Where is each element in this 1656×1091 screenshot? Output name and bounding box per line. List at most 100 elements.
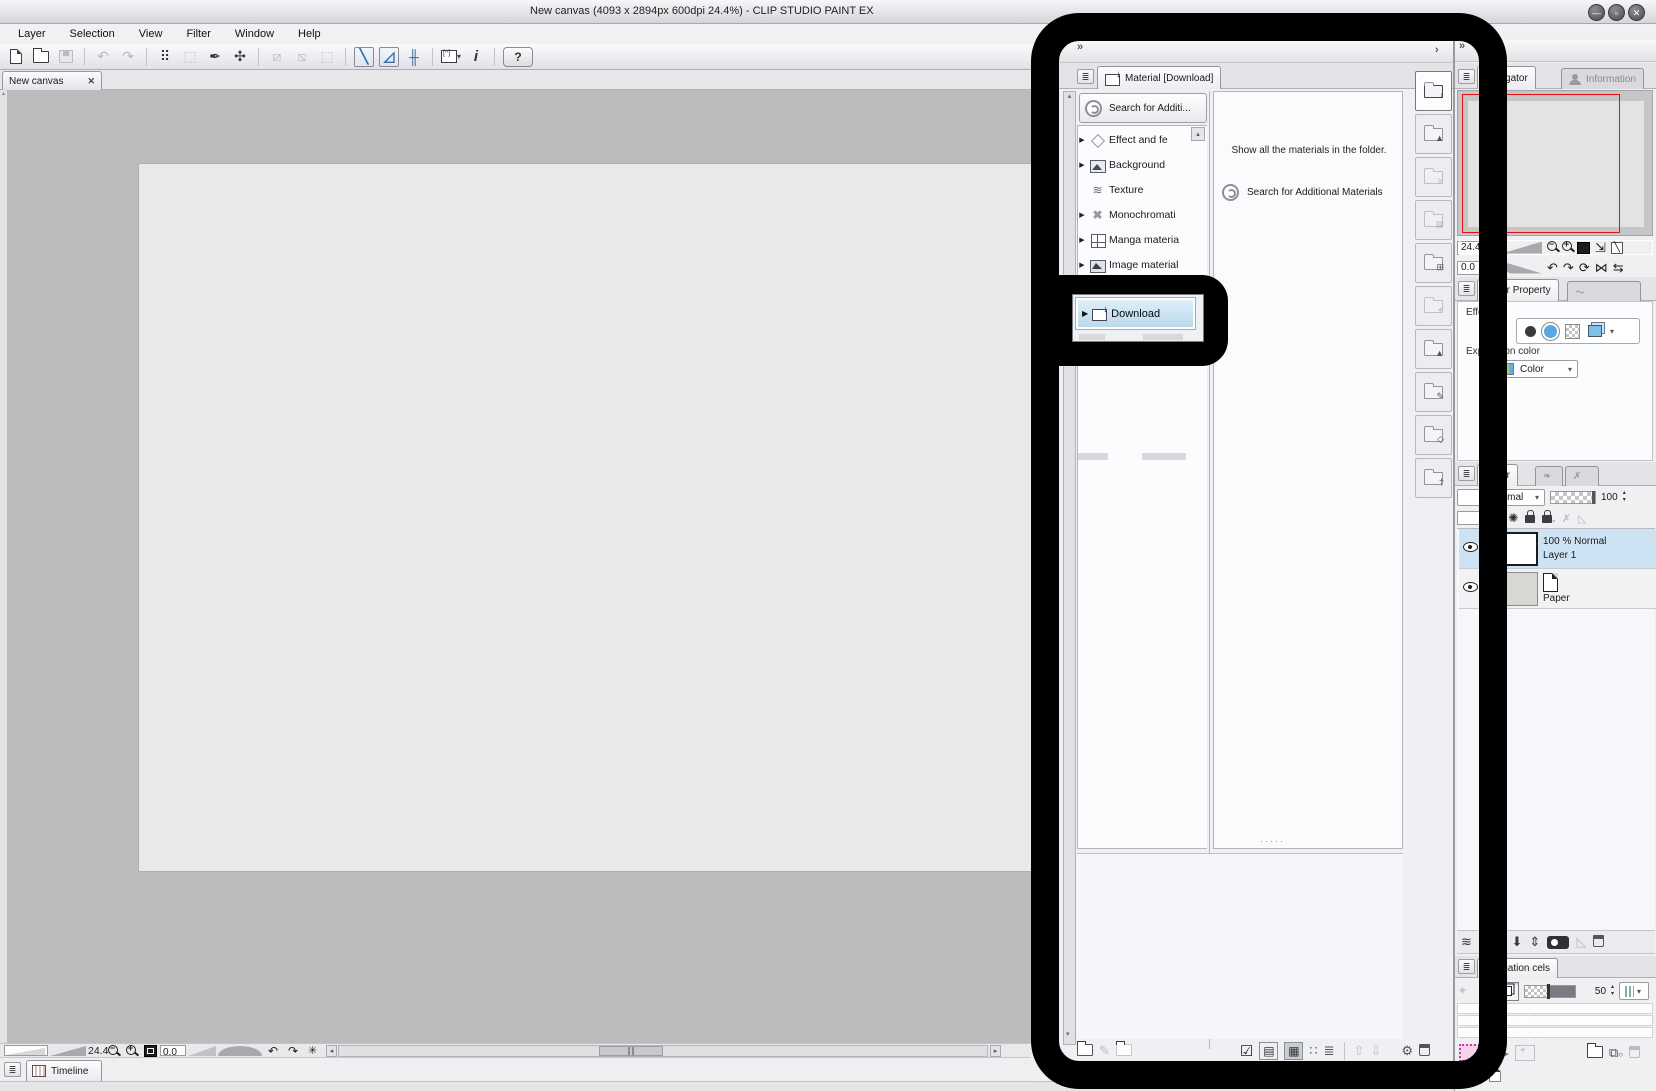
set-reference-icon[interactable]: ✗: [1562, 512, 1571, 525]
tab-layer-search[interactable]: ❧: [1535, 466, 1563, 486]
pose-category-button[interactable]: †: [1415, 458, 1452, 498]
crop-icon[interactable]: ⬚: [180, 47, 200, 67]
ruler-pen-icon[interactable]: ◺: [1576, 934, 1586, 950]
title-bar[interactable]: New canvas (4093 x 2894px 600dpi 24.4%) …: [0, 0, 1656, 24]
open-cel-folder-icon[interactable]: [1586, 1042, 1603, 1061]
delete-material-folder-icon[interactable]: [1115, 1040, 1132, 1059]
mannequin-icon[interactable]: ✺: [1508, 511, 1518, 525]
tab-stroke[interactable]: 〜: [1567, 281, 1641, 301]
lock-layer-icon[interactable]: [1525, 510, 1536, 526]
selection-mode2-icon[interactable]: ⧅: [292, 47, 312, 67]
open-file-icon[interactable]: [31, 47, 51, 67]
layer-color-icon[interactable]: [1588, 325, 1602, 337]
alpha-lock-icon[interactable]: ◐: [1494, 511, 1501, 525]
save-icon[interactable]: [56, 47, 76, 67]
tree-item-image-material[interactable]: ▶ Image material: [1078, 254, 1206, 276]
list-view-icon[interactable]: ▤: [1259, 1042, 1279, 1060]
checkbox-display-icon[interactable]: ☑: [1240, 1042, 1253, 1060]
delete-cel-icon[interactable]: [1629, 1045, 1641, 1061]
zoom-slider[interactable]: [4, 1045, 48, 1056]
tab-layer-property[interactable]: Layer Property: [1477, 279, 1559, 301]
tab-material-download[interactable]: Material [Download]: [1097, 66, 1222, 89]
cel-display-dropdown[interactable]: ▾: [1619, 982, 1650, 1000]
merge-down-icon[interactable]: ⬇: [1512, 934, 1523, 950]
ruler-snap-icon[interactable]: ╲: [354, 46, 374, 67]
tone-effect-icon[interactable]: [1544, 324, 1557, 338]
selection-mode-icon[interactable]: ⧄: [267, 47, 287, 67]
export-material-icon[interactable]: ⇩: [1370, 1043, 1381, 1059]
prev-cel-icon[interactable]: ◀: [1486, 1047, 1494, 1060]
close-button[interactable]: ✕: [1628, 4, 1645, 21]
image-category-button[interactable]: ▲: [1415, 329, 1452, 369]
new-file-icon[interactable]: [6, 47, 26, 67]
combine-view-icon[interactable]: ≋: [1461, 934, 1472, 950]
manga-category-button[interactable]: ⊞: [1415, 243, 1452, 283]
tab-layer[interactable]: Layer: [1477, 464, 1519, 486]
new-layer-icon[interactable]: ⧉: [1479, 934, 1488, 950]
collapse-dock-icon[interactable]: »: [1077, 41, 1083, 53]
nav-flip-horizontal-icon[interactable]: ⋈: [1595, 260, 1608, 276]
opacity-spinner[interactable]: ▴ ▾: [1623, 490, 1626, 504]
thumbnail-grid-icon[interactable]: ▦: [1284, 1042, 1304, 1060]
scroll-right-icon[interactable]: ▸: [990, 1045, 1001, 1057]
layer-row-paper[interactable]: Paper: [1459, 569, 1656, 609]
small-grid-icon[interactable]: ∷: [1309, 1043, 1317, 1059]
selection-frame-icon[interactable]: ⬚: [317, 47, 337, 67]
3d-category-button[interactable]: ◇: [1415, 415, 1452, 455]
nav-rotate-cw-icon[interactable]: ↷: [1563, 260, 1574, 276]
zoom-slider-ramp[interactable]: [50, 1046, 86, 1056]
fit-to-screen-icon[interactable]: [144, 1045, 157, 1057]
detail-list-icon[interactable]: ≣: [1324, 1043, 1335, 1059]
pattern-category-button[interactable]: ▦: [1415, 200, 1452, 240]
layer-panel-menu-icon[interactable]: ≣: [1458, 466, 1475, 481]
lightbulb-copy-icon[interactable]: ⧉○: [1609, 1045, 1623, 1061]
display-settings-icon[interactable]: ▾: [441, 47, 461, 67]
animation-panel-menu-icon[interactable]: ≣: [1458, 959, 1475, 974]
redo-icon[interactable]: ↷: [118, 47, 138, 67]
tree-item-monochromatic[interactable]: ▶ ✖ Monochromati: [1078, 204, 1206, 226]
navigator-rotation-value[interactable]: 0.0: [1457, 260, 1497, 275]
new-material-folder-icon[interactable]: [1077, 1040, 1093, 1059]
nav-flip-vertical-icon[interactable]: ⇆: [1613, 260, 1624, 276]
onion-opacity-slider[interactable]: [1523, 983, 1576, 999]
new-cel-icon[interactable]: ✦: [1514, 1045, 1535, 1061]
lock-transparent-icon[interactable]: ▫: [1542, 510, 1555, 526]
material-panel-menu-icon[interactable]: ≣: [1077, 69, 1094, 84]
splitter-dots-handle[interactable]: ·····: [1260, 836, 1285, 846]
menu-help[interactable]: Help: [298, 28, 321, 40]
layer-row-selected[interactable]: 100 % Normal Layer 1: [1459, 529, 1656, 569]
tree-item-download[interactable]: ▶ Download: [1075, 297, 1196, 330]
navigator-panel-menu-icon[interactable]: ≣: [1458, 69, 1475, 84]
move-layer-icon[interactable]: ⠿: [155, 47, 175, 67]
border-effect-icon[interactable]: [1525, 325, 1536, 337]
tree-item-manga-material[interactable]: ▶ Manga materia: [1078, 229, 1206, 251]
layer-visibility-icon[interactable]: [1463, 542, 1478, 555]
navigator-preview[interactable]: [1457, 90, 1653, 236]
nav-rotate-ccw-icon[interactable]: ↶: [1547, 260, 1558, 276]
settings-gear-icon[interactable]: ⚙: [1401, 1043, 1413, 1059]
rotation-hump-slider[interactable]: [218, 1046, 262, 1056]
transform-icon[interactable]: ✣: [230, 47, 250, 67]
animation-list-row[interactable]: . . . . . . .: [1457, 1003, 1653, 1014]
help-button[interactable]: ?: [503, 46, 533, 67]
tab-timeline[interactable]: Timeline: [26, 1060, 102, 1081]
layer-visibility-icon[interactable]: [1463, 582, 1478, 595]
onion-spinner[interactable]: ▴ ▾: [1611, 984, 1614, 998]
horizontal-scrollbar[interactable]: [338, 1045, 988, 1057]
tab-information[interactable]: Information: [1561, 68, 1645, 89]
nav-fit-icon[interactable]: [1577, 241, 1590, 254]
layer-property-panel-menu-icon[interactable]: ≣: [1458, 281, 1475, 296]
tree-item-background[interactable]: ▶ Background: [1078, 154, 1206, 176]
canvas-page[interactable]: [138, 163, 1040, 872]
expression-color-dropdown[interactable]: Color ▾: [1498, 360, 1578, 378]
layer-thumbnail[interactable]: [1502, 531, 1538, 566]
transfer-icon[interactable]: ⇕: [1529, 934, 1540, 950]
navigator-rotate-slider[interactable]: [1502, 262, 1542, 274]
select-cel-icon[interactable]: [1459, 1044, 1480, 1062]
rotation-ramp[interactable]: [188, 1046, 216, 1056]
tree-scroll-up-icon[interactable]: ▴: [1191, 127, 1205, 141]
next-cel-icon[interactable]: ▶: [1500, 1047, 1508, 1060]
edit-material-icon[interactable]: ✎: [1099, 1043, 1110, 1059]
navigator-view-outline[interactable]: [1462, 94, 1620, 233]
info-icon[interactable]: i: [466, 47, 486, 67]
